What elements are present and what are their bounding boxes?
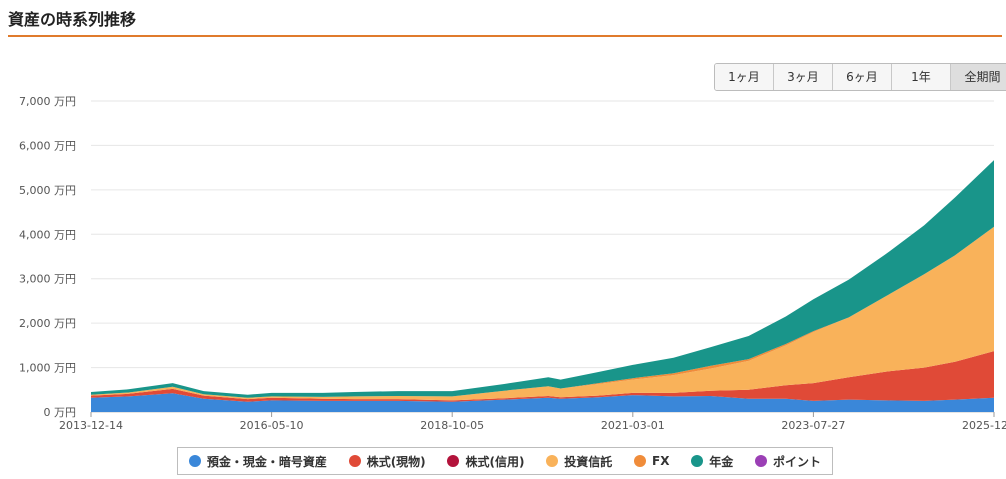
y-tick-label: 4,000 万円 [19,228,76,241]
y-tick-label: 6,000 万円 [19,139,76,152]
legend-dot-fund [546,455,559,467]
legend-dot-points [755,455,768,467]
legend-item-fx[interactable]: FX [634,454,669,468]
y-tick-label: 1,000 万円 [19,362,76,375]
legend-label-fund: 投資信託 [564,454,613,469]
area-series [91,226,994,401]
legend-item-pension[interactable]: 年金 [691,453,733,470]
legend-label-fx: FX [652,454,670,468]
legend-dot-stock-cash [348,455,361,467]
y-tick-label: 7,000 万円 [19,95,76,108]
legend-label-points: ポイント [773,454,822,469]
x-tick-label: 2021-03-01 [601,419,665,432]
y-tick-label: 2,000 万円 [19,317,76,330]
asset-area-chart: 0 万円 1,000 万円 2,000 万円 3,000 万円 4,000 万円 5,00… [19,95,1006,432]
legend-dot-deposit [188,455,201,467]
legend-dot-pension [691,455,704,467]
legend-dot-stock-margin [447,455,460,467]
legend-item-deposit[interactable]: 預金・現金・暗号資産 [188,453,327,470]
y-tick-label: 0 万円 [44,406,77,419]
x-tick-label: 2023-07-27 [781,419,845,432]
x-tick-label: 2018-10-05 [420,419,484,432]
x-tick-label: 2025-12-21 [962,419,1006,432]
x-tick-label: 2016-05-10 [240,419,304,432]
y-tick-label: 3,000 万円 [19,273,76,286]
legend-item-fund[interactable]: 投資信託 [546,453,612,470]
legend-item-points[interactable]: ポイント [755,453,821,470]
legend-item-stock-margin[interactable]: 株式(信用) [447,453,524,470]
legend-label-pension: 年金 [709,454,734,469]
y-tick-label: 5,000 万円 [19,184,76,197]
legend-item-stock-cash[interactable]: 株式(現物) [348,453,426,470]
chart-legend: 預金・現金・暗号資産 株式(現物) 株式(信用) 投資信託 FX 年金 ポイント [177,447,833,475]
legend-dot-fx [634,455,647,467]
legend-label-stock-margin: 株式(信用) [465,454,525,469]
legend-label-stock-cash: 株式(現物) [366,454,426,469]
x-tick-label: 2013-12-14 [59,419,123,432]
legend-label-deposit: 預金・現金・暗号資産 [206,454,327,469]
